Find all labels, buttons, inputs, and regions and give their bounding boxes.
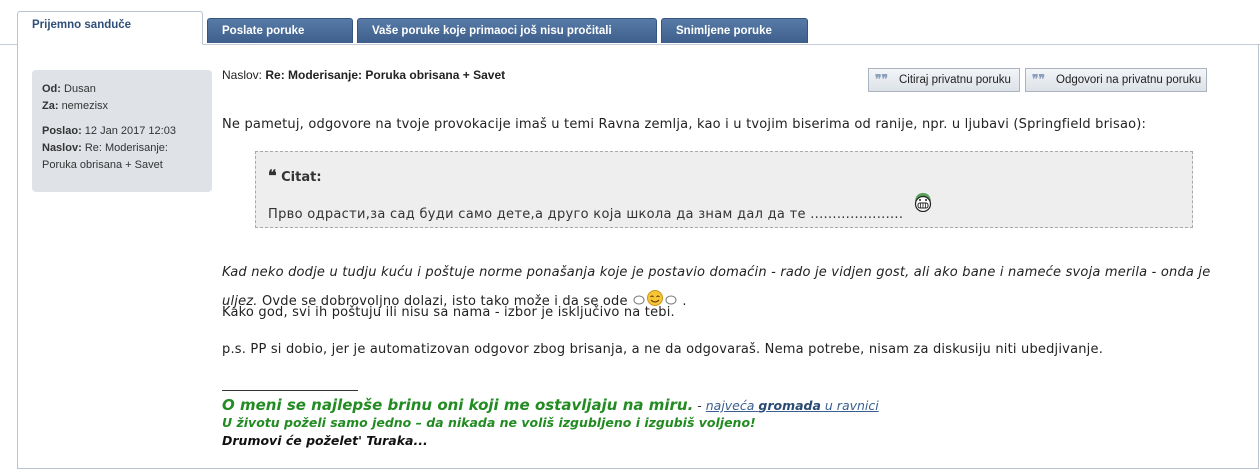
signature-separator: - xyxy=(693,398,706,413)
quote-mark-icon: ❝ xyxy=(268,166,277,185)
reply-post-icon: ❞❞ xyxy=(1032,72,1045,86)
message-paragraph-4: p.s. PP si dobio, jer je automatizovan o… xyxy=(222,342,1104,357)
quote-block: ❝ Citat: Прво одрасти,за сад буди само д… xyxy=(255,151,1193,228)
quote-header: ❝ Citat: xyxy=(268,166,322,185)
signature-line-2: U životu poželi samo jedno – da nikada n… xyxy=(222,415,756,430)
meta-to-value[interactable]: nemezisx xyxy=(62,100,108,112)
subject-label: Naslov: xyxy=(222,68,263,82)
grin-smiley-icon xyxy=(912,192,934,216)
signature-divider xyxy=(222,390,358,391)
message-meta-box: Od: Dusan Za: nemezisx Poslao: 12 Jan 20… xyxy=(32,70,212,192)
reply-private-message-button[interactable]: ❞❞ Odgovori na privatnu poruku xyxy=(1025,68,1207,92)
tab-inbox[interactable]: Prijemno sanduče xyxy=(17,11,203,45)
tab-bar: Prijemno sanduče Poslate poruke Vaše por… xyxy=(0,0,1260,45)
signature-line-1: O meni se najlepše brinu oni koji me ost… xyxy=(222,396,879,414)
tab-unread-label: Vaše poruke koje primaoci još nisu proči… xyxy=(372,25,612,37)
quote-private-message-button[interactable]: ❞❞ Citiraj privatnu poruku xyxy=(868,68,1020,92)
meta-sent-value: 12 Jan 2017 12:03 xyxy=(84,125,176,137)
message-subject: Naslov: Re: Moderisanje: Poruka obrisana… xyxy=(222,68,505,82)
meta-to: Za: nemezisx xyxy=(42,98,202,115)
meta-gap xyxy=(42,115,202,123)
meta-sent: Poslao: 12 Jan 2017 12:03 xyxy=(42,123,202,140)
meta-from-label: Od: xyxy=(42,83,61,95)
tab-saved[interactable]: Snimljene poruke xyxy=(661,18,808,43)
subject-text: Re: Moderisanje: Poruka obrisana + Savet xyxy=(265,68,506,82)
meta-subject-value-2: Poruka obrisana + Savet xyxy=(42,159,163,171)
quote-post-icon: ❞❞ xyxy=(875,72,888,86)
signature-link[interactable]: najveća gromada u ravnici xyxy=(706,398,879,413)
signature-link-part-1: najveća xyxy=(705,398,759,413)
quote-text: Прво одрасти,за сад буди само дете,а дру… xyxy=(268,207,904,222)
meta-from-value[interactable]: Dusan xyxy=(64,83,96,95)
tab-sent-label: Poslate poruke xyxy=(222,25,305,37)
signature-quote: O meni se najlepše brinu oni koji me ost… xyxy=(222,396,694,414)
tab-saved-label: Snimljene poruke xyxy=(676,25,772,37)
message-paragraph-2-end: . xyxy=(682,294,687,309)
message-paragraph-1: Ne pametuj, odgovore na tvoje provokacij… xyxy=(222,117,1147,132)
reply-button-label: Odgovori na privatnu poruku xyxy=(1056,74,1202,86)
meta-subject-value-1: Re: Moderisanje: xyxy=(84,142,168,154)
tab-inbox-label: Prijemno sanduče xyxy=(32,19,132,31)
signature-link-part-3: u ravnici xyxy=(820,398,879,413)
signature-link-part-2: gromada xyxy=(758,398,821,413)
meta-subject: Naslov: Re: Moderisanje: xyxy=(42,140,202,157)
message-paragraph-2a: Kad neko dodje u tudju kuću i poštuje no… xyxy=(222,265,1211,280)
quote-button-label: Citiraj privatnu poruku xyxy=(899,74,1011,86)
tab-unread-by-recipients[interactable]: Vaše poruke koje primaoci još nisu proči… xyxy=(357,18,657,43)
tab-sent[interactable]: Poslate poruke xyxy=(207,18,353,43)
quote-title: Citat: xyxy=(281,170,322,185)
meta-to-label: Za: xyxy=(42,100,59,112)
meta-subject-cont: Poruka obrisana + Savet xyxy=(42,157,202,174)
meta-subject-label: Naslov: xyxy=(42,142,82,154)
message-paragraph-3: Kako god, svi ih poštuju ili nisu sa nam… xyxy=(222,305,675,320)
meta-sent-label: Poslao: xyxy=(42,125,82,137)
quote-text-row: Прво одрасти,за сад буди само дете,а дру… xyxy=(268,193,931,222)
meta-from: Od: Dusan xyxy=(42,81,202,98)
signature-line-3: Drumovi će poželet' Turaka... xyxy=(222,433,428,448)
